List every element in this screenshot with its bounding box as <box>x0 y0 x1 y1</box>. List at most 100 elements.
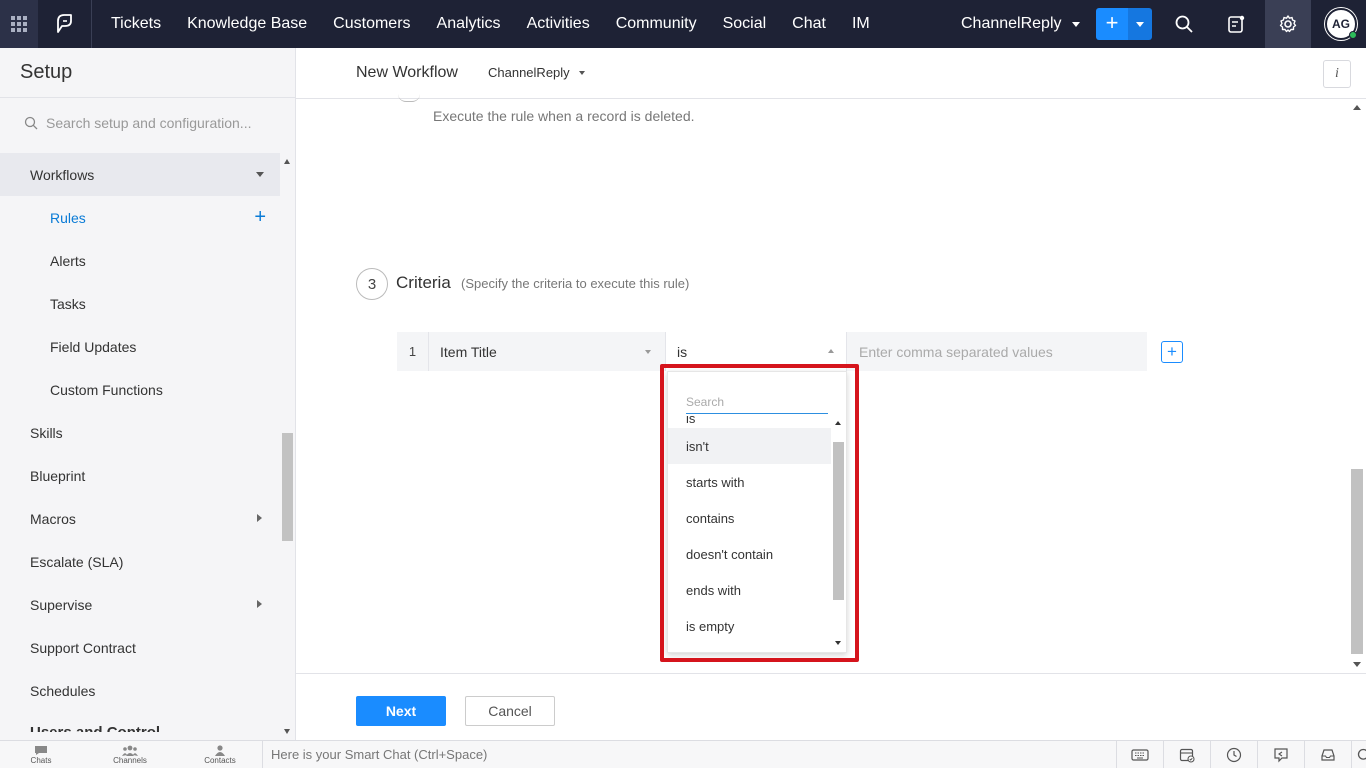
tab-label: Chats <box>30 756 52 765</box>
clock-icon[interactable] <box>1210 741 1257 768</box>
inbox-icon[interactable] <box>1304 741 1351 768</box>
sidebar-search-input[interactable] <box>46 115 266 131</box>
add-dropdown-toggle[interactable] <box>1128 8 1152 40</box>
sidebar-item-label: Workflows <box>30 166 95 183</box>
scroll-down-icon[interactable] <box>284 729 290 734</box>
sidebar-item-tasks[interactable]: Tasks <box>0 282 280 325</box>
sidebar-item-skills[interactable]: Skills <box>0 411 280 454</box>
sidebar-title: Setup <box>20 61 73 83</box>
form-footer <box>296 673 1366 740</box>
logo-icon[interactable] <box>38 0 92 48</box>
contacts-tab[interactable]: Contacts <box>198 741 242 768</box>
search-icon <box>24 116 38 130</box>
add-new-button[interactable]: + <box>1096 8 1152 40</box>
department-select-label: ChannelReply <box>488 65 570 80</box>
criteria-title: Criteria <box>396 273 451 292</box>
nav-social[interactable]: Social <box>710 0 780 48</box>
sidebar-item-label: Schedules <box>30 682 96 699</box>
rule-trigger-description: Execute the rule when a record is delete… <box>433 108 695 124</box>
highlight-box <box>660 364 859 662</box>
chats-tab[interactable]: Chats <box>22 741 60 768</box>
chat-bubble-icon <box>35 746 47 755</box>
sidebar-item-label: Blueprint <box>30 467 86 484</box>
workflow-header: New Workflow ChannelReply i <box>296 48 1366 99</box>
online-status-icon <box>1349 31 1357 39</box>
criteria-value-input[interactable] <box>859 343 1139 360</box>
sidebar-item-support-contract[interactable]: Support Contract <box>0 626 280 669</box>
sidebar-item-field-updates[interactable]: Field Updates <box>0 325 280 368</box>
search-icon[interactable] <box>1161 0 1207 48</box>
criteria-hint: (Specify the criteria to execute this ru… <box>461 276 690 291</box>
sidebar-item-supervise[interactable]: Supervise <box>0 583 280 626</box>
chevron-down-icon <box>256 172 264 177</box>
sidebar-scrollbar[interactable] <box>281 153 294 740</box>
calendar-check-icon[interactable] <box>1163 741 1210 768</box>
sidebar-item-macros[interactable]: Macros <box>0 497 280 540</box>
add-criteria-button[interactable]: + <box>1161 341 1183 363</box>
person-icon <box>215 745 225 756</box>
chevron-down-icon <box>1071 21 1080 27</box>
nav-community[interactable]: Community <box>603 0 710 48</box>
search-icon[interactable] <box>1351 741 1366 768</box>
department-switcher[interactable]: ChannelReply <box>961 0 1080 48</box>
sidebar-section-users-and-control[interactable]: Users and Control <box>0 712 280 732</box>
sidebar-item-rules[interactable]: Rules + <box>0 196 280 239</box>
scrollbar-thumb[interactable] <box>282 433 293 541</box>
chevron-right-icon <box>257 600 262 608</box>
plus-icon[interactable]: + <box>1096 8 1128 40</box>
scroll-down-icon[interactable] <box>1353 662 1361 667</box>
sidebar-item-label: Custom Functions <box>50 381 163 398</box>
step-circle-partial <box>398 94 420 102</box>
chevron-right-icon <box>257 514 262 522</box>
sidebar-search[interactable] <box>24 112 274 134</box>
nav-chat[interactable]: Chat <box>779 0 839 48</box>
main-scrollbar[interactable] <box>1350 99 1364 671</box>
smart-chat-input[interactable]: Here is your Smart Chat (Ctrl+Space) <box>271 747 487 762</box>
info-icon[interactable]: i <box>1323 60 1351 88</box>
sidebar-item-label: Supervise <box>30 596 93 613</box>
apps-grid-icon[interactable] <box>0 0 38 48</box>
criteria-row-index: 1 <box>408 344 417 359</box>
chevron-down-icon <box>578 70 585 75</box>
page-title: New Workflow <box>356 64 458 81</box>
keyboard-icon[interactable] <box>1116 741 1163 768</box>
cancel-button[interactable]: Cancel <box>465 696 555 726</box>
criteria-field-value: Item Title <box>440 343 497 360</box>
setup-sidebar: Setup Workflows Rules + Alerts Tasks Fie… <box>0 48 296 740</box>
sidebar-item-label: Escalate (SLA) <box>30 553 124 570</box>
divider <box>262 741 263 768</box>
scrollbar-thumb[interactable] <box>1351 469 1363 654</box>
sidebar-item-custom-functions[interactable]: Custom Functions <box>0 368 280 411</box>
nav-tickets[interactable]: Tickets <box>98 0 174 48</box>
sidebar-item-label: Rules <box>50 209 86 226</box>
sidebar-item-workflows[interactable]: Workflows <box>0 153 280 196</box>
sidebar-item-schedules[interactable]: Schedules <box>0 669 280 712</box>
sidebar-item-blueprint[interactable]: Blueprint <box>0 454 280 497</box>
message-reply-icon[interactable] <box>1257 741 1304 768</box>
chevron-up-icon <box>828 349 834 353</box>
department-select[interactable]: ChannelReply <box>488 65 585 80</box>
nav-im[interactable]: IM <box>839 0 883 48</box>
scroll-up-icon[interactable] <box>1353 105 1361 110</box>
top-nav: Tickets Knowledge Base Customers Analyti… <box>0 0 1366 48</box>
gear-icon[interactable] <box>1265 0 1311 48</box>
nav-customers[interactable]: Customers <box>320 0 423 48</box>
sidebar-item-escalate-sla[interactable]: Escalate (SLA) <box>0 540 280 583</box>
scroll-up-icon[interactable] <box>284 159 290 164</box>
nav-knowledge-base[interactable]: Knowledge Base <box>174 0 320 48</box>
add-rule-icon[interactable]: + <box>254 207 266 227</box>
divider <box>0 97 295 98</box>
chevron-down-icon <box>645 350 651 354</box>
nav-activities[interactable]: Activities <box>514 0 603 48</box>
notepad-icon[interactable] <box>1213 0 1259 48</box>
avatar[interactable]: AG <box>1325 8 1357 40</box>
sidebar-item-alerts[interactable]: Alerts <box>0 239 280 282</box>
next-button[interactable]: Next <box>356 696 446 726</box>
criteria-value-field[interactable] <box>848 332 1147 371</box>
criteria-field-select[interactable]: Item Title <box>428 332 663 371</box>
sidebar-item-label: Tasks <box>50 295 86 312</box>
nav-analytics[interactable]: Analytics <box>424 0 514 48</box>
channels-tab[interactable]: Channels <box>108 741 152 768</box>
step-number: 3 <box>356 268 388 300</box>
group-icon <box>122 745 138 756</box>
